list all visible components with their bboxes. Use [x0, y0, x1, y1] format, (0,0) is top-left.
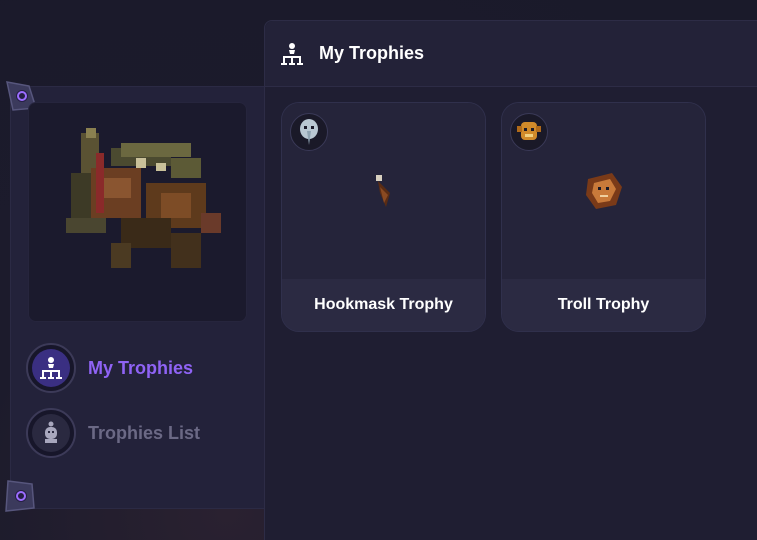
corner-ornament-icon — [5, 480, 35, 512]
trophy-stand-icon — [281, 42, 303, 65]
character-portrait — [28, 102, 247, 322]
nav-icon-ring — [26, 343, 76, 393]
nav-icon-ring — [26, 408, 76, 458]
trophy-stand-icon — [40, 357, 62, 379]
monster-sprite-icon — [66, 128, 221, 268]
nav-label: My Trophies — [88, 357, 194, 378]
trophy-image-area — [502, 103, 705, 281]
hookmask-trophy-icon — [376, 175, 390, 207]
nav-my-trophies[interactable]: My Trophies — [26, 343, 256, 393]
troll-avatar-icon — [510, 113, 548, 151]
trophy-card-hookmask[interactable]: Hookmask Trophy — [281, 102, 486, 332]
panel-header: My Trophies — [265, 21, 757, 87]
nav-label: Trophies List — [88, 422, 201, 443]
trophies-panel: My Trophies Hookmask Trophy Troll Trophy — [264, 20, 757, 540]
trophy-name: Hookmask Trophy — [282, 279, 485, 331]
trophy-head-icon — [45, 421, 57, 443]
trophy-image-area — [282, 103, 485, 281]
trophy-card-troll[interactable]: Troll Trophy — [501, 102, 706, 332]
nav-trophies-list[interactable]: Trophies List — [26, 408, 256, 458]
hookmask-avatar-icon — [290, 113, 328, 151]
troll-trophy-icon — [586, 173, 622, 209]
page-title: My Trophies — [319, 43, 425, 63]
trophy-name: Troll Trophy — [502, 279, 705, 331]
